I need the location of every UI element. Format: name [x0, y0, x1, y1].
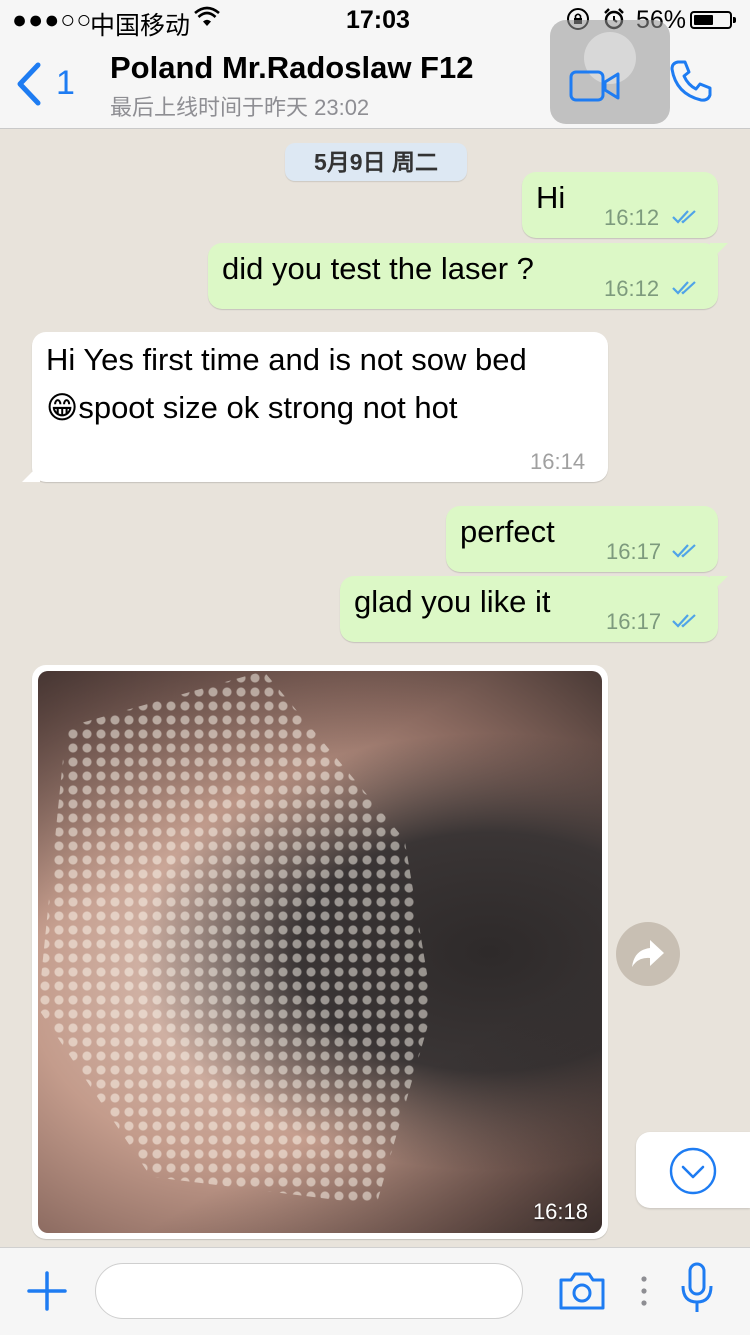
- read-receipt-icon: [672, 544, 696, 558]
- voice-call-button[interactable]: [668, 58, 714, 109]
- message-bubble-incoming[interactable]: Hi Yes first time and is not sow bed 😁sp…: [22, 332, 608, 482]
- message-input-bar: [0, 1247, 750, 1335]
- read-receipt-icon: [672, 614, 696, 628]
- contact-name[interactable]: Poland Mr.Radoslaw F12: [110, 50, 473, 86]
- message-text-line2: 😁spoot size ok strong not hot: [46, 390, 458, 425]
- forward-arrow-icon: [632, 940, 664, 967]
- photo-message-bubble[interactable]: 16:18: [32, 665, 608, 1239]
- message-text: did you test the laser ?: [222, 251, 534, 286]
- message-photo[interactable]: 16:18: [38, 671, 602, 1233]
- last-seen-status: 最后上线时间于昨天 23:02: [110, 95, 370, 120]
- microphone-icon: [681, 1262, 713, 1312]
- forward-button[interactable]: [616, 922, 680, 986]
- video-camera-icon: [569, 70, 620, 102]
- chevron-left-icon: [17, 62, 41, 106]
- voice-message-button[interactable]: [680, 1262, 714, 1321]
- clock: 17:03: [346, 6, 410, 34]
- video-call-button[interactable]: [550, 20, 670, 124]
- unread-count: 1: [56, 64, 75, 102]
- message-text: perfect: [460, 514, 555, 549]
- wifi-icon: [194, 6, 220, 35]
- message-text: Hi: [536, 180, 566, 215]
- bubble-tail: [22, 464, 40, 482]
- message-bubble-outgoing[interactable]: glad you like it 16:17: [340, 576, 728, 642]
- message-bubble-outgoing[interactable]: did you test the laser ? 16:12: [208, 243, 728, 309]
- bubble-tail: [710, 576, 728, 594]
- message-time: 16:14: [530, 449, 586, 474]
- message-time: 16:12: [604, 205, 660, 230]
- message-time: 16:17: [606, 609, 662, 634]
- grinning-face-emoji-icon: 😁: [46, 390, 79, 425]
- scroll-to-bottom-button[interactable]: [636, 1132, 750, 1208]
- message-bubble-outgoing[interactable]: Hi 16:12: [522, 172, 718, 238]
- read-receipt-icon: [672, 210, 696, 224]
- battery-level: [694, 15, 713, 25]
- message-time: 16:18: [532, 1199, 588, 1224]
- phone-icon: [670, 60, 712, 102]
- chevron-down-circle-icon: [669, 1147, 717, 1195]
- attach-button[interactable]: [26, 1270, 68, 1317]
- message-input[interactable]: [95, 1263, 523, 1319]
- message-bubble-outgoing[interactable]: perfect 16:17: [446, 506, 718, 572]
- camera-icon: [559, 1272, 605, 1310]
- message-time: 16:12: [604, 276, 660, 301]
- camera-button[interactable]: [557, 1270, 607, 1317]
- bubble-tail: [710, 243, 728, 261]
- chat-header: 1 Poland Mr.Radoslaw F12 最后上线时间于昨天 23:02: [0, 20, 750, 129]
- message-text: Hi Yes first time and is not sow bed: [46, 342, 527, 377]
- carrier-name: 中国移动: [90, 12, 191, 40]
- chat-area[interactable]: 5月9日 周二 Hi 16:12 did you test the laser …: [0, 129, 750, 1247]
- signal-strength-icon: ●●●○○: [12, 6, 93, 34]
- plus-icon: [27, 1271, 67, 1311]
- read-receipt-icon: [672, 281, 696, 295]
- date-separator: 5月9日 周二: [285, 143, 467, 181]
- more-options-icon[interactable]: [640, 1274, 648, 1313]
- message-time: 16:17: [606, 539, 662, 564]
- message-text: glad you like it: [354, 584, 551, 619]
- battery-icon: [690, 11, 736, 29]
